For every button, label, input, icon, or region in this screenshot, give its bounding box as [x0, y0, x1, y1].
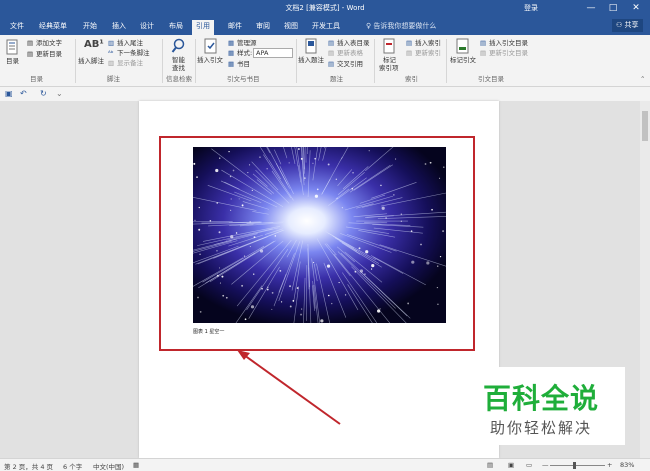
watermark-logo: 百科全说 助你轻松解决: [473, 367, 625, 445]
print-layout-icon[interactable]: ▣: [508, 461, 514, 469]
read-mode-icon[interactable]: ▤: [487, 461, 493, 469]
page-count[interactable]: 第 2 页，共 4 页: [4, 461, 53, 471]
language-indicator[interactable]: 中文(中国): [93, 461, 124, 471]
zoom-slider[interactable]: [550, 465, 605, 466]
word-count[interactable]: 6 个字: [63, 461, 82, 471]
web-layout-icon[interactable]: ▭: [526, 461, 532, 469]
status-bar: 第 2 页，共 4 页 6 个字 中文(中国) ▦ ▤ ▣ ▭ — + 83%: [0, 458, 650, 471]
watermark-subtitle: 助你轻松解决: [490, 419, 593, 437]
zoom-in-icon[interactable]: +: [607, 461, 612, 469]
watermark-title: 百科全说: [483, 382, 600, 415]
zoom-level[interactable]: 83%: [620, 461, 634, 469]
zoom-slider-thumb[interactable]: [573, 462, 576, 469]
zoom-out-icon[interactable]: —: [542, 461, 549, 469]
macro-icon[interactable]: ▦: [133, 461, 139, 469]
